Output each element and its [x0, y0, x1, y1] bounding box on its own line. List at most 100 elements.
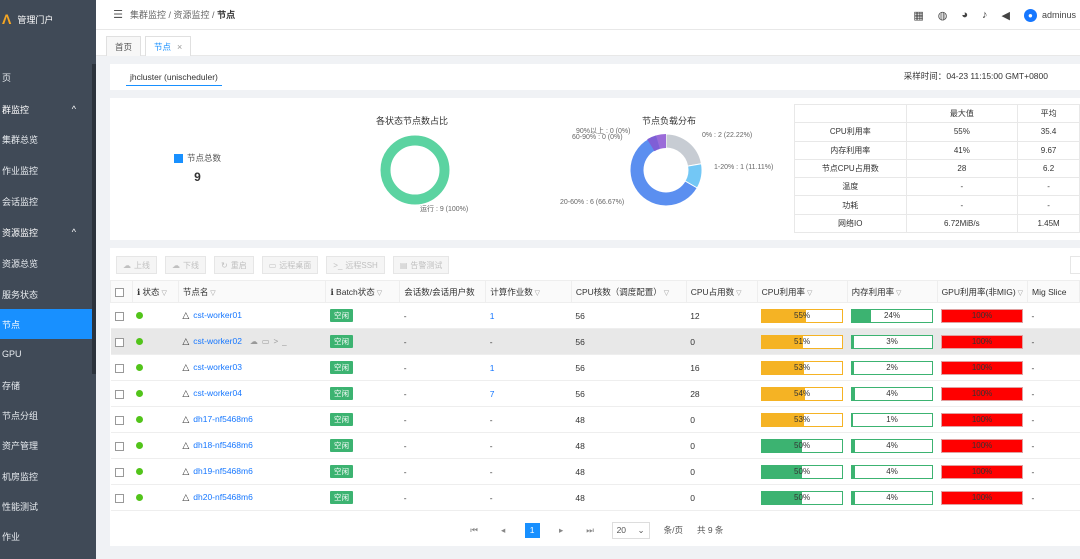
filter-icon[interactable]: ▽: [1016, 290, 1023, 297]
table-row[interactable]: △ dh20-nf5468m6 空闲 - -48 0 50% 4% 100% -: [110, 484, 1080, 511]
sidebar-item[interactable]: 机房监控: [0, 461, 92, 491]
sidebar-item[interactable]: 资源监控 ^: [0, 217, 92, 247]
sidebar-item[interactable]: 资产管理: [0, 430, 92, 460]
toolbar-settings[interactable]: [1070, 256, 1080, 274]
row-select[interactable]: [110, 432, 133, 459]
node-name-link[interactable]: cst-worker02: [193, 336, 242, 346]
megaphone-icon[interactable]: ◀: [1002, 9, 1010, 22]
column-header[interactable]: CPU核数（调度配置） ▽: [570, 280, 687, 303]
column-header[interactable]: GPU利用率(非MIG) ▽: [936, 280, 1029, 303]
row-checkbox[interactable]: [114, 467, 124, 477]
globe-icon[interactable]: ◍: [938, 9, 948, 22]
filter-icon[interactable]: ▽: [894, 290, 901, 297]
row-checkbox[interactable]: [114, 337, 124, 347]
column-header[interactable]: 计算作业数 ▽: [485, 280, 572, 303]
table-row[interactable]: △ cst-worker02 ☁▭>_ 空闲 - -56 0 51% 3% 100% -: [110, 328, 1080, 355]
node-name-link[interactable]: dh19-nf5468m6: [193, 466, 253, 476]
page-size-select[interactable]: 20 ⌄: [611, 521, 650, 539]
row-select[interactable]: [110, 406, 133, 433]
column-header[interactable]: 节点名 ▽: [177, 280, 327, 303]
node-name-link[interactable]: dh17-nf5468m6: [193, 414, 253, 424]
row-select[interactable]: [110, 302, 133, 329]
toolbar-button[interactable]: ☁ 上线: [116, 256, 157, 274]
node-name-link[interactable]: dh18-nf5468m6: [193, 440, 253, 450]
row-select[interactable]: [110, 380, 133, 407]
sidebar-item[interactable]: 节点分组: [0, 400, 92, 430]
node-name-link[interactable]: dh20-nf5468m6: [193, 492, 253, 502]
tab-home[interactable]: 首页: [106, 36, 142, 56]
sidebar-item[interactable]: 集群总览: [0, 124, 92, 154]
filter-icon[interactable]: ▽: [208, 290, 215, 297]
menu-fold-icon[interactable]: ☰: [106, 8, 130, 21]
select-all-checkbox[interactable]: [115, 287, 124, 297]
node-name-link[interactable]: cst-worker03: [193, 362, 242, 372]
jobs-cell[interactable]: 1: [485, 354, 572, 381]
row-checkbox[interactable]: [114, 389, 124, 399]
toolbar-button[interactable]: ☁ 下线: [165, 256, 206, 274]
filter-icon[interactable]: ▽: [375, 290, 382, 297]
prev-page-icon[interactable]: ◂: [496, 523, 511, 538]
column-header[interactable]: Mig Slice: [1027, 280, 1080, 303]
sidebar-item[interactable]: 资源总览: [0, 248, 92, 278]
page-number[interactable]: 1: [524, 522, 540, 538]
row-action-icons[interactable]: ☁▭>_: [250, 337, 291, 346]
table-row[interactable]: △ dh17-nf5468m6 空闲 - -48 0 53% 1% 100% -: [110, 406, 1080, 433]
jobs-cell[interactable]: 1: [485, 302, 572, 329]
sidebar-item[interactable]: 存储: [0, 370, 92, 400]
row-select[interactable]: [110, 458, 133, 485]
sidebar-item[interactable]: 节点: [0, 309, 92, 339]
sidebar-item[interactable]: 服务状态: [0, 279, 92, 309]
row-checkbox[interactable]: [114, 311, 124, 321]
filter-icon[interactable]: ▽: [160, 290, 166, 297]
pie-slice-运行[interactable]: [379, 134, 451, 206]
table-row[interactable]: △ cst-worker03 空闲 -1 56 16 53% 2% 100% -: [110, 354, 1080, 381]
close-icon[interactable]: ×: [177, 42, 182, 52]
tab-node[interactable]: 节点 ×: [145, 36, 192, 56]
sidebar-item[interactable]: 会话监控: [0, 186, 92, 216]
node-name-link[interactable]: cst-worker04: [193, 388, 242, 398]
palette-icon[interactable]: ◕: [961, 9, 968, 21]
calendar-icon[interactable]: ▦: [913, 9, 923, 22]
column-header[interactable]: 内存利用率 ▽: [846, 280, 938, 303]
sidebar-item[interactable]: 性能测试: [0, 491, 92, 521]
row-select[interactable]: [110, 328, 133, 355]
sidebar-item[interactable]: 群监控 ^: [0, 94, 92, 124]
table-row[interactable]: △ dh18-nf5468m6 空闲 - -48 0 50% 4% 100% -: [110, 432, 1080, 459]
user-menu[interactable]: ● adminus: [1023, 8, 1076, 22]
row-select[interactable]: [110, 354, 133, 381]
sidebar-item[interactable]: GPU: [0, 339, 92, 369]
filter-icon[interactable]: ▽: [533, 290, 540, 297]
row-checkbox[interactable]: [114, 441, 124, 451]
column-header[interactable]: CPU利用率 ▽: [756, 280, 848, 303]
sidebar-item[interactable]: 页: [0, 62, 92, 92]
column-header[interactable]: 会话数/会话用户数: [399, 280, 487, 303]
row-checkbox[interactable]: [114, 493, 124, 503]
sidebar-scrollbar[interactable]: [92, 64, 96, 374]
next-page-icon[interactable]: ▸: [554, 523, 569, 538]
row-select[interactable]: [110, 484, 133, 511]
cluster-tab[interactable]: jhcluster (unischeduler): [126, 68, 222, 86]
last-page-icon[interactable]: ⏭: [583, 523, 598, 538]
column-header[interactable]: ℹ Batch状态 ▽: [325, 280, 401, 303]
breadcrumb-item[interactable]: 资源监控: [174, 10, 210, 20]
toolbar-button[interactable]: ▤ 告警测试: [392, 256, 450, 274]
pie-slice-0%[interactable]: [665, 133, 703, 167]
app-logo[interactable]: Λ 管理门户: [0, 0, 96, 38]
sidebar-item[interactable]: 作业监控: [0, 155, 92, 185]
filter-icon[interactable]: ▽: [662, 290, 669, 297]
node-name-link[interactable]: cst-worker01: [193, 310, 242, 320]
breadcrumb-item[interactable]: 集群监控: [130, 10, 166, 20]
table-row[interactable]: △ dh19-nf5468m6 空闲 - -48 0 50% 4% 100% -: [110, 458, 1080, 485]
jobs-cell[interactable]: 7: [485, 380, 572, 407]
toolbar-button[interactable]: ▭ 远程桌面: [261, 256, 319, 274]
filter-icon[interactable]: ▽: [805, 290, 812, 297]
column-header[interactable]: ℹ 状态 ▽: [131, 280, 179, 303]
column-header[interactable]: [110, 280, 133, 303]
bell-icon[interactable]: ♪: [982, 9, 988, 21]
first-page-icon[interactable]: ⏮: [467, 523, 482, 538]
row-checkbox[interactable]: [114, 415, 124, 425]
toolbar-button[interactable]: >_ 远程SSH: [326, 256, 385, 274]
table-row[interactable]: △ cst-worker01 空闲 -1 56 12 55% 24% 100% -: [110, 302, 1080, 329]
column-header[interactable]: CPU占用数 ▽: [685, 280, 758, 303]
filter-icon[interactable]: ▽: [734, 290, 741, 297]
